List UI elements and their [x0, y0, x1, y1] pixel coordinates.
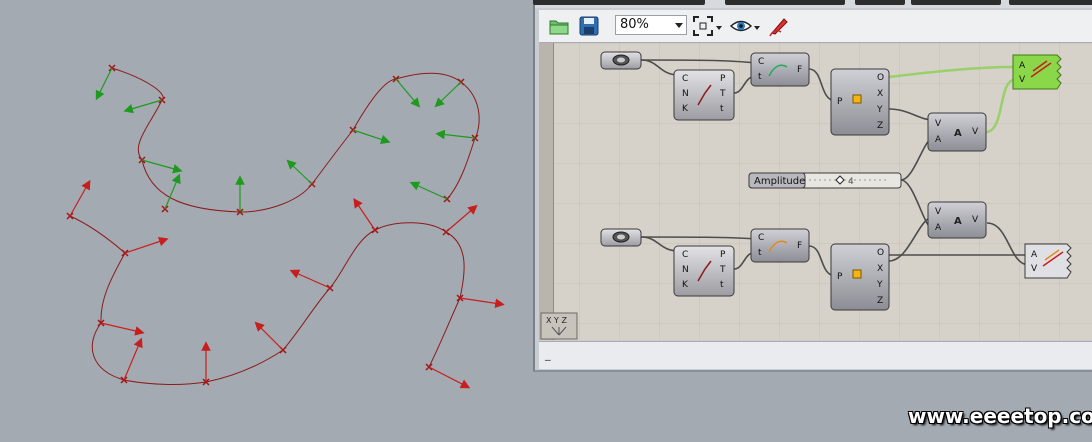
amp-output-v: V [972, 215, 979, 225]
menu-tab-strip [533, 0, 1092, 8]
output-t-param: t [720, 104, 724, 114]
amp-output-v: V [972, 127, 979, 137]
output-o: O [877, 248, 884, 258]
curve-object-node-top [600, 51, 642, 70]
svg-text:A: A [954, 216, 962, 227]
amp-input-v: V [935, 119, 942, 129]
gh-statusbar: _ [539, 341, 1092, 369]
display-input-a: A [1019, 61, 1026, 71]
curve-object-node-bottom [600, 228, 642, 247]
gh-canvas[interactable]: C N K P T t C t F P O X Y Z V A V A A V … [539, 43, 1092, 340]
divide-curve-node-bottom: C N K P T t [673, 245, 735, 297]
evaluate-curve-node-bottom: C t F [750, 228, 810, 263]
grasshopper-window: 80% C N K P T t C t F P O X Y Z V A V A … [533, 0, 1092, 372]
tab-stub[interactable] [911, 0, 1001, 5]
display-input-v: V [1019, 75, 1026, 85]
tab-stub[interactable] [533, 0, 705, 5]
xyz-label: X Y Z [546, 316, 567, 325]
output-y: Y [876, 105, 883, 115]
lower-curve [69, 215, 465, 385]
deconstruct-plane-node-bottom: P O X Y Z [830, 243, 890, 311]
deconstruct-plane-node-top: P O X Y Z [830, 68, 890, 136]
amp-input-a: A [935, 223, 942, 233]
zoom-dropdown[interactable]: 80% [615, 15, 687, 35]
xyz-widget[interactable]: X Y Z [540, 312, 578, 340]
chevron-down-icon [675, 23, 683, 28]
svg-text:A: A [954, 128, 962, 139]
watermark-text: www.eeeetop.com [908, 404, 1092, 428]
eval-input-t: t [758, 248, 762, 258]
output-z: Z [877, 296, 883, 306]
green-vectors [95, 67, 476, 212]
amp-input-a: A [935, 135, 942, 145]
eye-icon[interactable] [729, 14, 753, 38]
output-z: Z [877, 121, 883, 131]
slider-label: Amplitude [754, 176, 805, 187]
pencil-icon[interactable] [767, 14, 791, 38]
lower-curve-points [66, 212, 464, 386]
tab-stub[interactable] [725, 0, 845, 5]
output-o: O [877, 73, 884, 83]
zoom-extents-icon[interactable] [691, 14, 715, 38]
eval-output-f: F [797, 65, 802, 75]
preview-dropdown[interactable] [753, 14, 763, 38]
output-p: P [720, 74, 726, 84]
evaluate-curve-node-top: C t F [750, 52, 810, 87]
zoom-extents-dropdown[interactable] [715, 14, 725, 38]
output-t: T [719, 265, 726, 275]
slider-value: 4 [848, 177, 854, 187]
amplitude-node-bottom: V A V A [927, 201, 987, 239]
status-text: _ [545, 348, 551, 361]
zoom-value: 80% [620, 17, 649, 32]
input-n: N [682, 89, 689, 99]
upper-curve-points [108, 64, 479, 216]
output-x: X [877, 264, 883, 274]
red-vectors [69, 179, 505, 389]
divide-curve-node-top: C N K P T t [673, 69, 735, 121]
output-x: X [877, 89, 883, 99]
amp-input-v: V [935, 207, 942, 217]
eval-output-f: F [797, 241, 802, 251]
folder-icon[interactable] [547, 14, 571, 38]
floppy-disk-icon[interactable] [577, 14, 601, 38]
amplitude-node-top: V A V A [927, 112, 987, 152]
output-p: P [720, 250, 726, 260]
deconstruct-input-p: P [837, 97, 843, 107]
output-t-param: t [720, 280, 724, 290]
display-input-v: V [1031, 264, 1038, 274]
tab-stub[interactable] [855, 0, 905, 5]
input-c: C [682, 250, 688, 260]
eval-input-t: t [758, 72, 762, 82]
eval-input-c: C [758, 57, 764, 67]
vector-display-node-bottom: A V [1024, 243, 1072, 279]
input-n: N [682, 265, 689, 275]
eval-input-c: C [758, 233, 764, 243]
display-input-a: A [1031, 250, 1038, 260]
canvas-graph: C N K P T t C t F P O X Y Z V A V A A V … [540, 43, 1092, 340]
input-c: C [682, 74, 688, 84]
output-y: Y [876, 280, 883, 290]
tab-stub[interactable] [1009, 0, 1092, 5]
amplitude-slider[interactable]: Amplitude 4 [748, 172, 902, 189]
deconstruct-input-p: P [837, 272, 843, 282]
gh-toolbar: 80% [539, 10, 1092, 43]
output-t: T [719, 89, 726, 99]
upper-curve [111, 67, 480, 213]
vector-display-node-top: A V [1012, 54, 1062, 90]
